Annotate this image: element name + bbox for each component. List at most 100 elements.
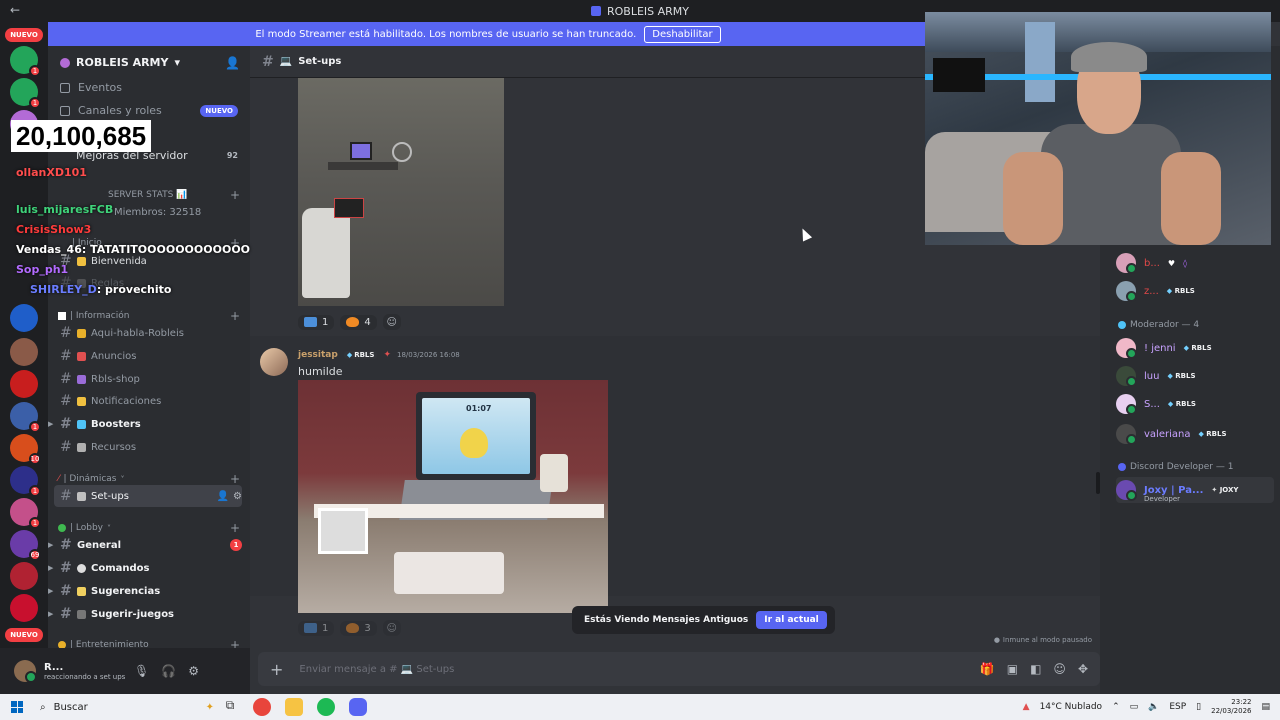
add-channel-icon[interactable]: + (230, 638, 240, 648)
gift-icon[interactable]: 🎁 (980, 662, 995, 676)
headphones-icon[interactable]: 🎧 (161, 664, 176, 678)
add-attachment-icon[interactable]: + (270, 660, 283, 679)
mention-badge: 1 (230, 539, 242, 551)
member-item[interactable]: luu ◆ RBLS (1116, 363, 1274, 389)
taskbar-clock[interactable]: 23:22 22/03/2026 (1211, 698, 1251, 716)
chrome-icon[interactable] (253, 698, 271, 716)
battery-icon[interactable]: ▯ (1196, 702, 1201, 712)
new-servers-pill[interactable]: NUEVO (5, 28, 43, 42)
server-icon[interactable] (10, 338, 38, 366)
channel-recursos[interactable]: # Recursos (54, 436, 242, 458)
start-button[interactable] (0, 701, 34, 713)
category-dinamicas[interactable]: ⁄ | Dinámicas ˅ + (58, 472, 240, 486)
member-item[interactable]: b... ♥ ◊ (1116, 250, 1274, 276)
server-icon[interactable]: 1 (10, 402, 41, 433)
spotify-icon[interactable] (317, 698, 335, 716)
avatar (1116, 253, 1137, 274)
sticker-icon[interactable]: ◧ (1030, 662, 1041, 676)
server-icon[interactable] (10, 594, 38, 622)
category-entretenimiento[interactable]: | Entretenimiento + (58, 638, 240, 648)
jump-to-present-button[interactable]: Ir al actual (756, 611, 827, 629)
server-tag-badge: ◆ RBLS (1198, 430, 1227, 438)
server-icon[interactable]: 1 (10, 46, 41, 77)
notifications-icon[interactable]: ▤ (1261, 702, 1270, 712)
channel-set-ups[interactable]: # Set-ups 👤 ⚙ (54, 485, 242, 507)
member-item[interactable]: z... ◆ RBLS (1116, 278, 1274, 304)
new-tag: NUEVO (200, 105, 238, 117)
server-icon[interactable]: 69 (10, 530, 41, 561)
sidebar-item-events[interactable]: Eventos (60, 81, 122, 94)
add-channel-icon[interactable]: + (230, 521, 240, 535)
gear-icon[interactable]: ⚙ (233, 491, 242, 502)
add-channel-icon[interactable]: + (230, 188, 240, 202)
reaction-computer[interactable]: 1 (298, 314, 335, 330)
taskbar-search[interactable]: ⌕ Buscar ✦ (34, 702, 214, 713)
gem-icon: ◆ (346, 351, 353, 359)
server-icon[interactable]: 10 (10, 434, 41, 465)
avatar[interactable] (260, 348, 288, 376)
channel-comandos[interactable]: ▶ # Comandos (48, 557, 242, 579)
member-item[interactable]: Joxy | Pa... ✦ JOXY Developer (1116, 477, 1274, 503)
reaction-fire[interactable]: 3 (340, 620, 377, 636)
task-view-icon[interactable]: ⧉ (221, 698, 239, 716)
server-icon[interactable]: 1 (10, 466, 41, 497)
reaction-computer[interactable]: 1 (298, 620, 335, 636)
member-subtitle: Developer (1144, 495, 1181, 503)
channel-aqui-habla-robleis[interactable]: # Aqui-habla-Robleis (54, 322, 242, 344)
gif-icon[interactable]: ▣ (1007, 662, 1018, 676)
server-icon[interactable] (10, 562, 38, 590)
channel-sugerir-juegos[interactable]: ▶ # Sugerir-juegos (48, 603, 242, 625)
system-tray: ▲ 14°C Nublado ⌃ ▭ 🔈 ESP ▯ 23:22 22/03/20… (1023, 694, 1280, 720)
server-name-header[interactable]: ROBLEIS ARMY ▾ (60, 56, 180, 69)
channel-rbls-shop[interactable]: # Rbls-shop (54, 368, 242, 390)
category-informacion[interactable]: | Información + (58, 309, 240, 323)
message-author[interactable]: jessitap (298, 350, 338, 360)
disable-streamer-button[interactable]: Deshabilitar (644, 25, 721, 43)
reaction-fire[interactable]: 4 (340, 314, 377, 330)
channel-boosters[interactable]: ▶ # Boosters (48, 413, 242, 435)
channel-sugerencias[interactable]: ▶ # Sugerencias (48, 580, 242, 602)
add-reaction-icon[interactable]: ☺ (382, 314, 401, 330)
invite-icon[interactable]: 👤 (225, 56, 240, 70)
channel-notificaciones[interactable]: # Notificaciones (54, 390, 242, 412)
gear-icon[interactable]: ⚙ (188, 664, 199, 678)
server-icon[interactable] (10, 370, 38, 398)
volume-icon[interactable]: 🔈 (1148, 702, 1159, 712)
network-icon[interactable]: ▭ (1130, 702, 1139, 712)
streamer-mode-banner: El modo Streamer está habilitado. Los no… (48, 22, 928, 46)
file-explorer-icon[interactable] (285, 698, 303, 716)
member-item[interactable]: ! jenni ◆ RBLS (1116, 335, 1274, 361)
server-icon[interactable] (10, 304, 38, 332)
channel-general[interactable]: ▶ # General 1 (48, 534, 242, 556)
heart-icon: ♥ (1167, 258, 1176, 268)
setup-image-attachment[interactable]: 01:07 (298, 380, 608, 613)
server-tag-badge: ◆ RBLS (1166, 287, 1195, 295)
emoji-icon[interactable]: ☺ (1053, 662, 1066, 676)
category-server-stats[interactable]: SERVER STATS 📊 + (58, 188, 240, 202)
hash-icon: # (60, 560, 72, 576)
channel-anuncios[interactable]: # Anuncios (54, 345, 242, 367)
language-indicator[interactable]: ESP (1169, 702, 1186, 712)
message-input[interactable]: Enviar mensaje a # 💻 Set-ups (299, 664, 963, 675)
overlay-chat-line: SHIRLEY_D: provechito (30, 283, 172, 296)
add-channel-icon[interactable]: + (230, 472, 240, 486)
member-item[interactable]: S... ◆ RBLS (1116, 391, 1274, 417)
avatar[interactable] (14, 660, 37, 683)
microphone-icon[interactable]: 🎙 (134, 664, 149, 678)
new-servers-pill[interactable]: NUEVO (5, 628, 43, 642)
discord-taskbar-icon[interactable] (349, 698, 367, 716)
add-member-icon[interactable]: 👤 (217, 491, 229, 502)
sidebar-item-channels-roles[interactable]: Canales y roles (60, 104, 162, 117)
member-item[interactable]: valeriana ◆ RBLS (1116, 421, 1274, 447)
tray-chevron-icon[interactable]: ⌃ (1112, 702, 1120, 712)
weather-text[interactable]: 14°C Nublado (1040, 702, 1102, 712)
add-channel-icon[interactable]: + (230, 309, 240, 323)
server-tag-badge[interactable]: ◆ RBLS (343, 351, 378, 359)
add-reaction-icon[interactable]: ☺ (382, 620, 401, 636)
back-arrow-icon[interactable]: ← (10, 3, 20, 17)
server-icon[interactable]: 1 (10, 78, 41, 109)
category-lobby[interactable]: | Lobby ˅ + (58, 521, 240, 535)
server-icon[interactable]: 1 (10, 498, 41, 529)
apps-icon[interactable]: ✥ (1078, 662, 1088, 676)
setup-image-attachment[interactable] (298, 78, 504, 306)
